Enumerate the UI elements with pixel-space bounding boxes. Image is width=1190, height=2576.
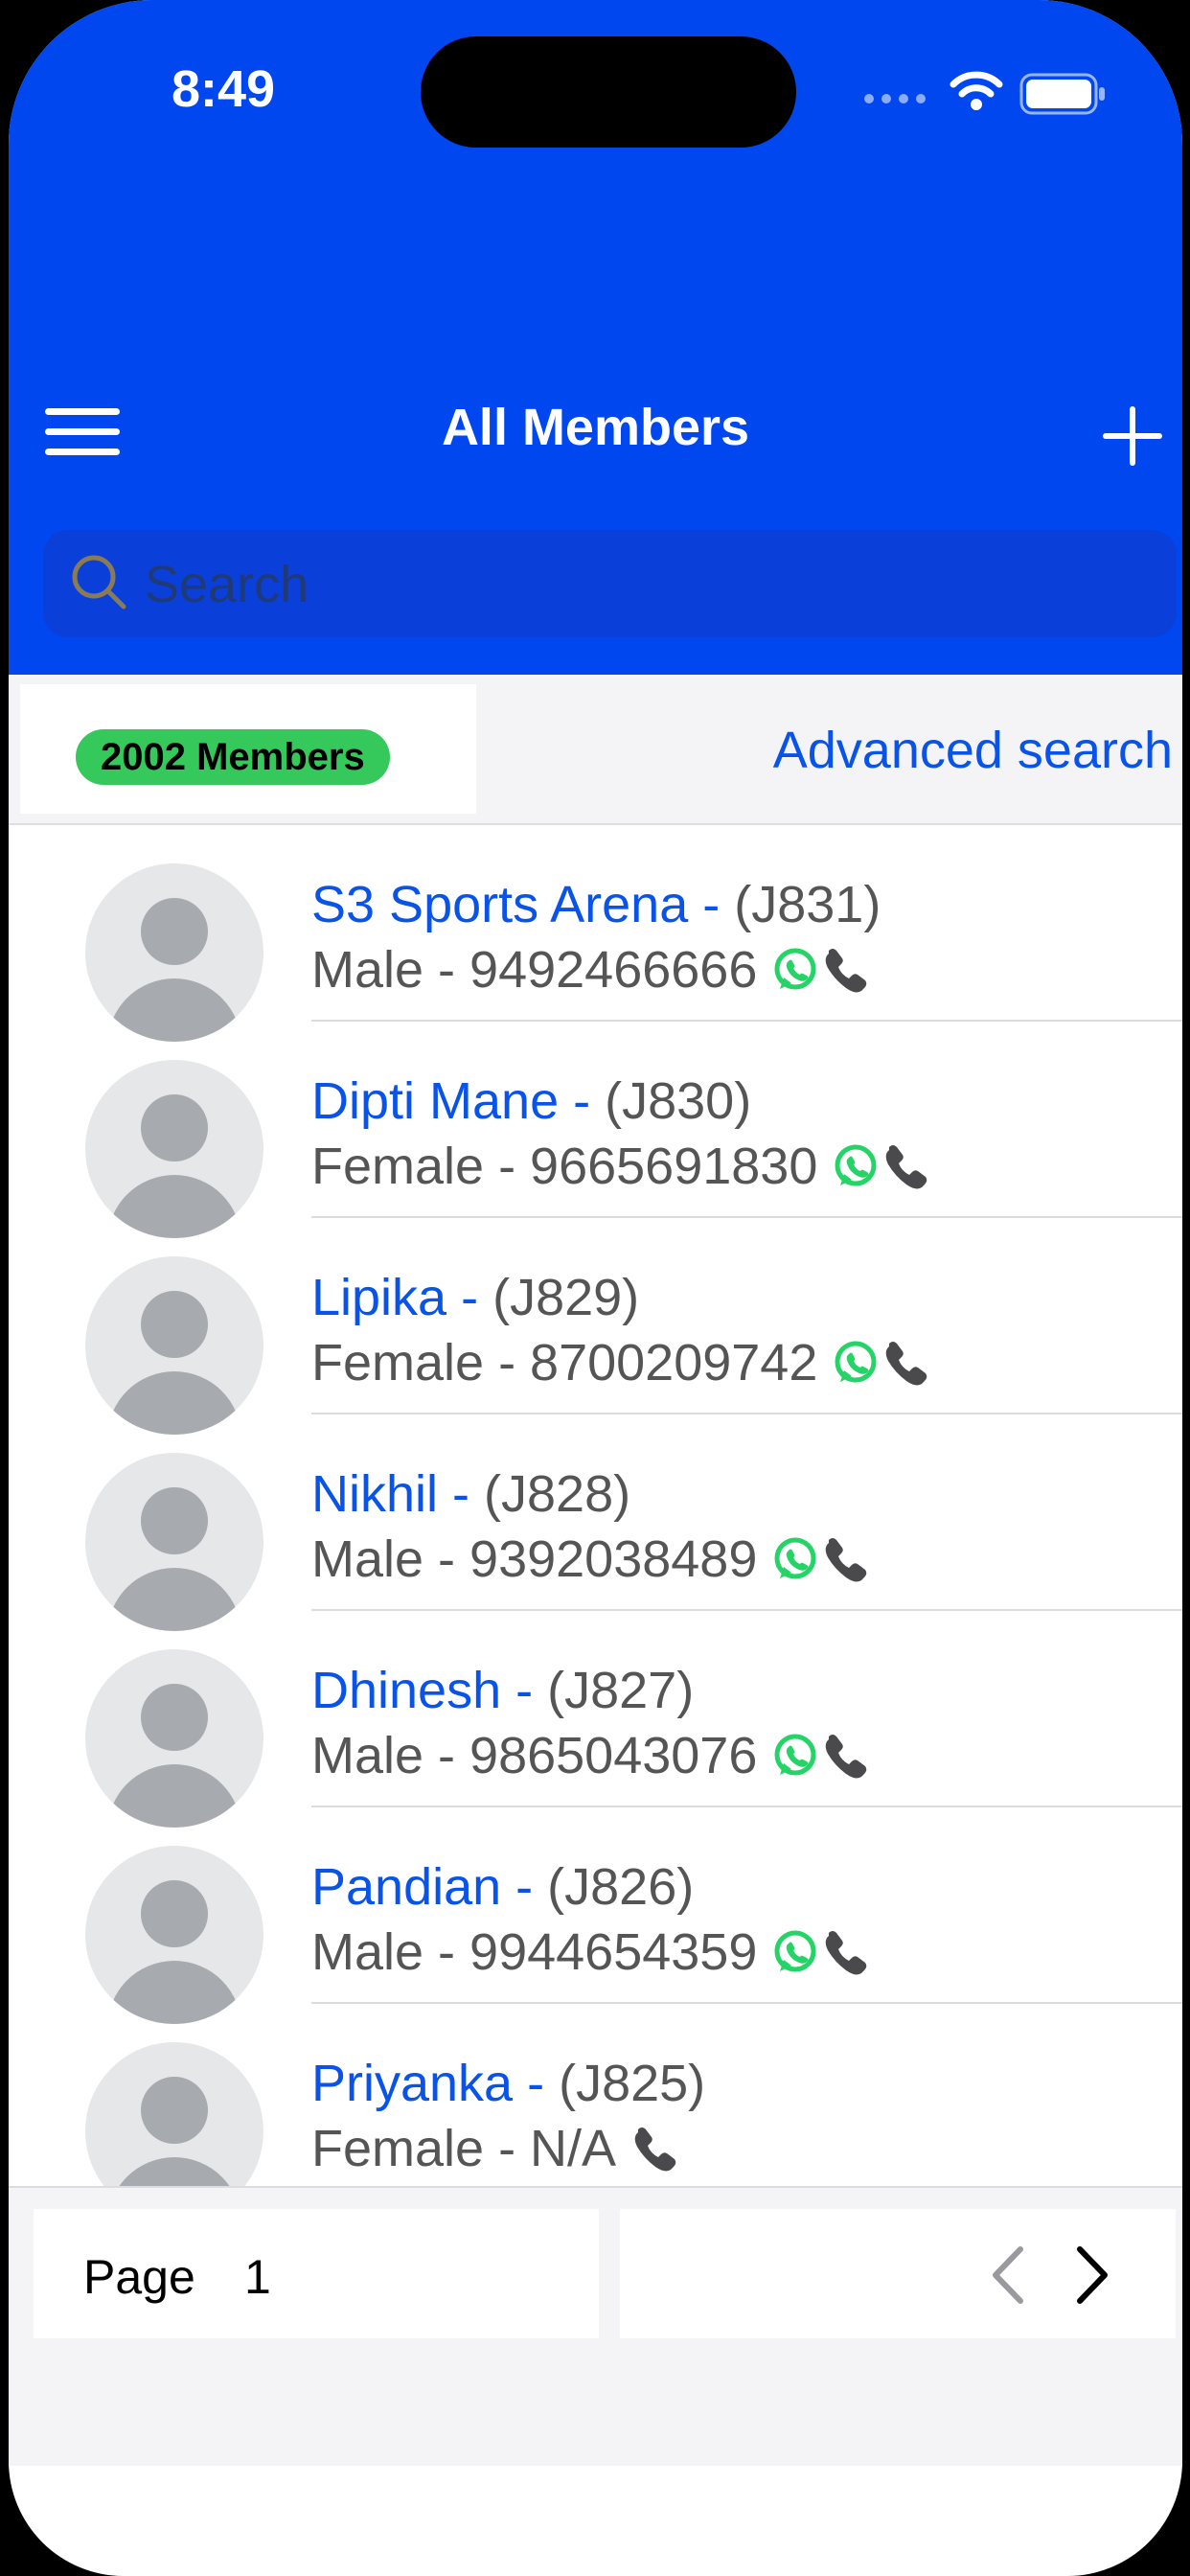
member-name: Dhinesh - (311, 1662, 548, 1719)
member-code: (J831) (734, 876, 881, 933)
app-screen: 8:49 All Members Search 2002 Members Adv… (9, 0, 1182, 2576)
header: 8:49 All Members (9, 0, 1182, 675)
member-code: (J826) (547, 1858, 695, 1916)
advanced-search-link[interactable]: Advanced search (773, 721, 1173, 780)
member-row[interactable]: Priyanka - (J825) Female - N/A (9, 2004, 1182, 2186)
avatar (85, 2042, 263, 2186)
member-row[interactable]: Dipti Mane - (J830) Female - 9665691830 (9, 1022, 1182, 1238)
member-name: Lipika - (311, 1269, 493, 1326)
avatar (85, 1256, 263, 1435)
member-code: (J828) (484, 1465, 631, 1523)
chevron-left-icon[interactable] (980, 2243, 1038, 2307)
member-code: (J830) (605, 1072, 752, 1130)
search-icon (72, 555, 126, 610)
phone-icon[interactable] (820, 945, 870, 995)
member-detail: Male - 9492466666 (311, 941, 758, 999)
member-detail: Male - 9944654359 (311, 1923, 758, 1981)
whatsapp-icon[interactable] (770, 1731, 820, 1781)
whatsapp-icon[interactable] (831, 1338, 881, 1388)
member-name: S3 Sports Arena - (311, 876, 735, 933)
member-detail: Male - 9392038489 (311, 1530, 758, 1588)
page-label: Page (83, 2250, 195, 2304)
member-row[interactable]: Lipika - (J829) Female - 8700209742 (9, 1218, 1182, 1435)
battery-icon (1019, 73, 1105, 115)
filter-bar: 2002 Members Advanced search (9, 675, 1182, 825)
member-row[interactable]: Dhinesh - (J827) Male - 9865043076 (9, 1611, 1182, 1828)
member-count-badge: 2002 Members (76, 729, 390, 785)
page-nav (620, 2209, 1176, 2338)
page-title: All Members (441, 399, 750, 456)
member-detail: Female - 9665691830 (311, 1138, 818, 1195)
member-detail: Female - N/A (311, 2120, 617, 2177)
phone-icon[interactable] (881, 1141, 930, 1191)
phone-icon[interactable] (820, 1927, 870, 1977)
status-time: 8:49 (172, 60, 276, 118)
whatsapp-icon[interactable] (770, 945, 820, 995)
phone-icon[interactable] (820, 1534, 870, 1584)
member-name: Pandian - (311, 1858, 548, 1916)
member-list: S3 Sports Arena - (J831) Male - 949246666… (9, 825, 1182, 2186)
page-indicator: Page 1 (34, 2209, 599, 2338)
member-detail: Female - 8700209742 (311, 1334, 818, 1392)
avatar (85, 1846, 263, 2024)
avatar (85, 1453, 263, 1631)
member-detail: Male - 9865043076 (311, 1727, 758, 1784)
member-code: (J825) (559, 2055, 706, 2112)
signal-icon (864, 94, 926, 104)
page-number: 1 (244, 2250, 271, 2304)
avatar (85, 1649, 263, 1828)
member-code: (J827) (547, 1662, 695, 1719)
member-name: Priyanka - (311, 2055, 560, 2112)
avatar (85, 1060, 263, 1238)
phone-icon[interactable] (881, 1338, 930, 1388)
avatar (85, 863, 263, 1042)
member-count-panel: 2002 Members (20, 684, 476, 814)
pagination-bar: Page 1 (9, 2186, 1182, 2466)
chevron-right-icon[interactable] (1063, 2243, 1120, 2307)
whatsapp-icon[interactable] (770, 1927, 820, 1977)
whatsapp-icon[interactable] (831, 1141, 881, 1191)
search-bar[interactable] (43, 530, 1177, 637)
member-row[interactable]: S3 Sports Arena - (J831) Male - 949246666… (9, 825, 1182, 1042)
add-member-button[interactable] (1099, 402, 1166, 470)
dynamic-island (421, 36, 796, 148)
search-input[interactable] (143, 547, 1143, 622)
member-name: Dipti Mane - (311, 1072, 606, 1130)
member-name: Nikhil - (311, 1465, 485, 1523)
phone-icon[interactable] (629, 2124, 679, 2174)
whatsapp-icon[interactable] (770, 1534, 820, 1584)
member-code: (J829) (492, 1269, 640, 1326)
member-row[interactable]: Pandian - (J826) Male - 9944654359 (9, 1807, 1182, 2024)
member-row[interactable]: Nikhil - (J828) Male - 9392038489 (9, 1414, 1182, 1631)
wifi-icon (950, 71, 1003, 110)
phone-icon[interactable] (820, 1731, 870, 1781)
